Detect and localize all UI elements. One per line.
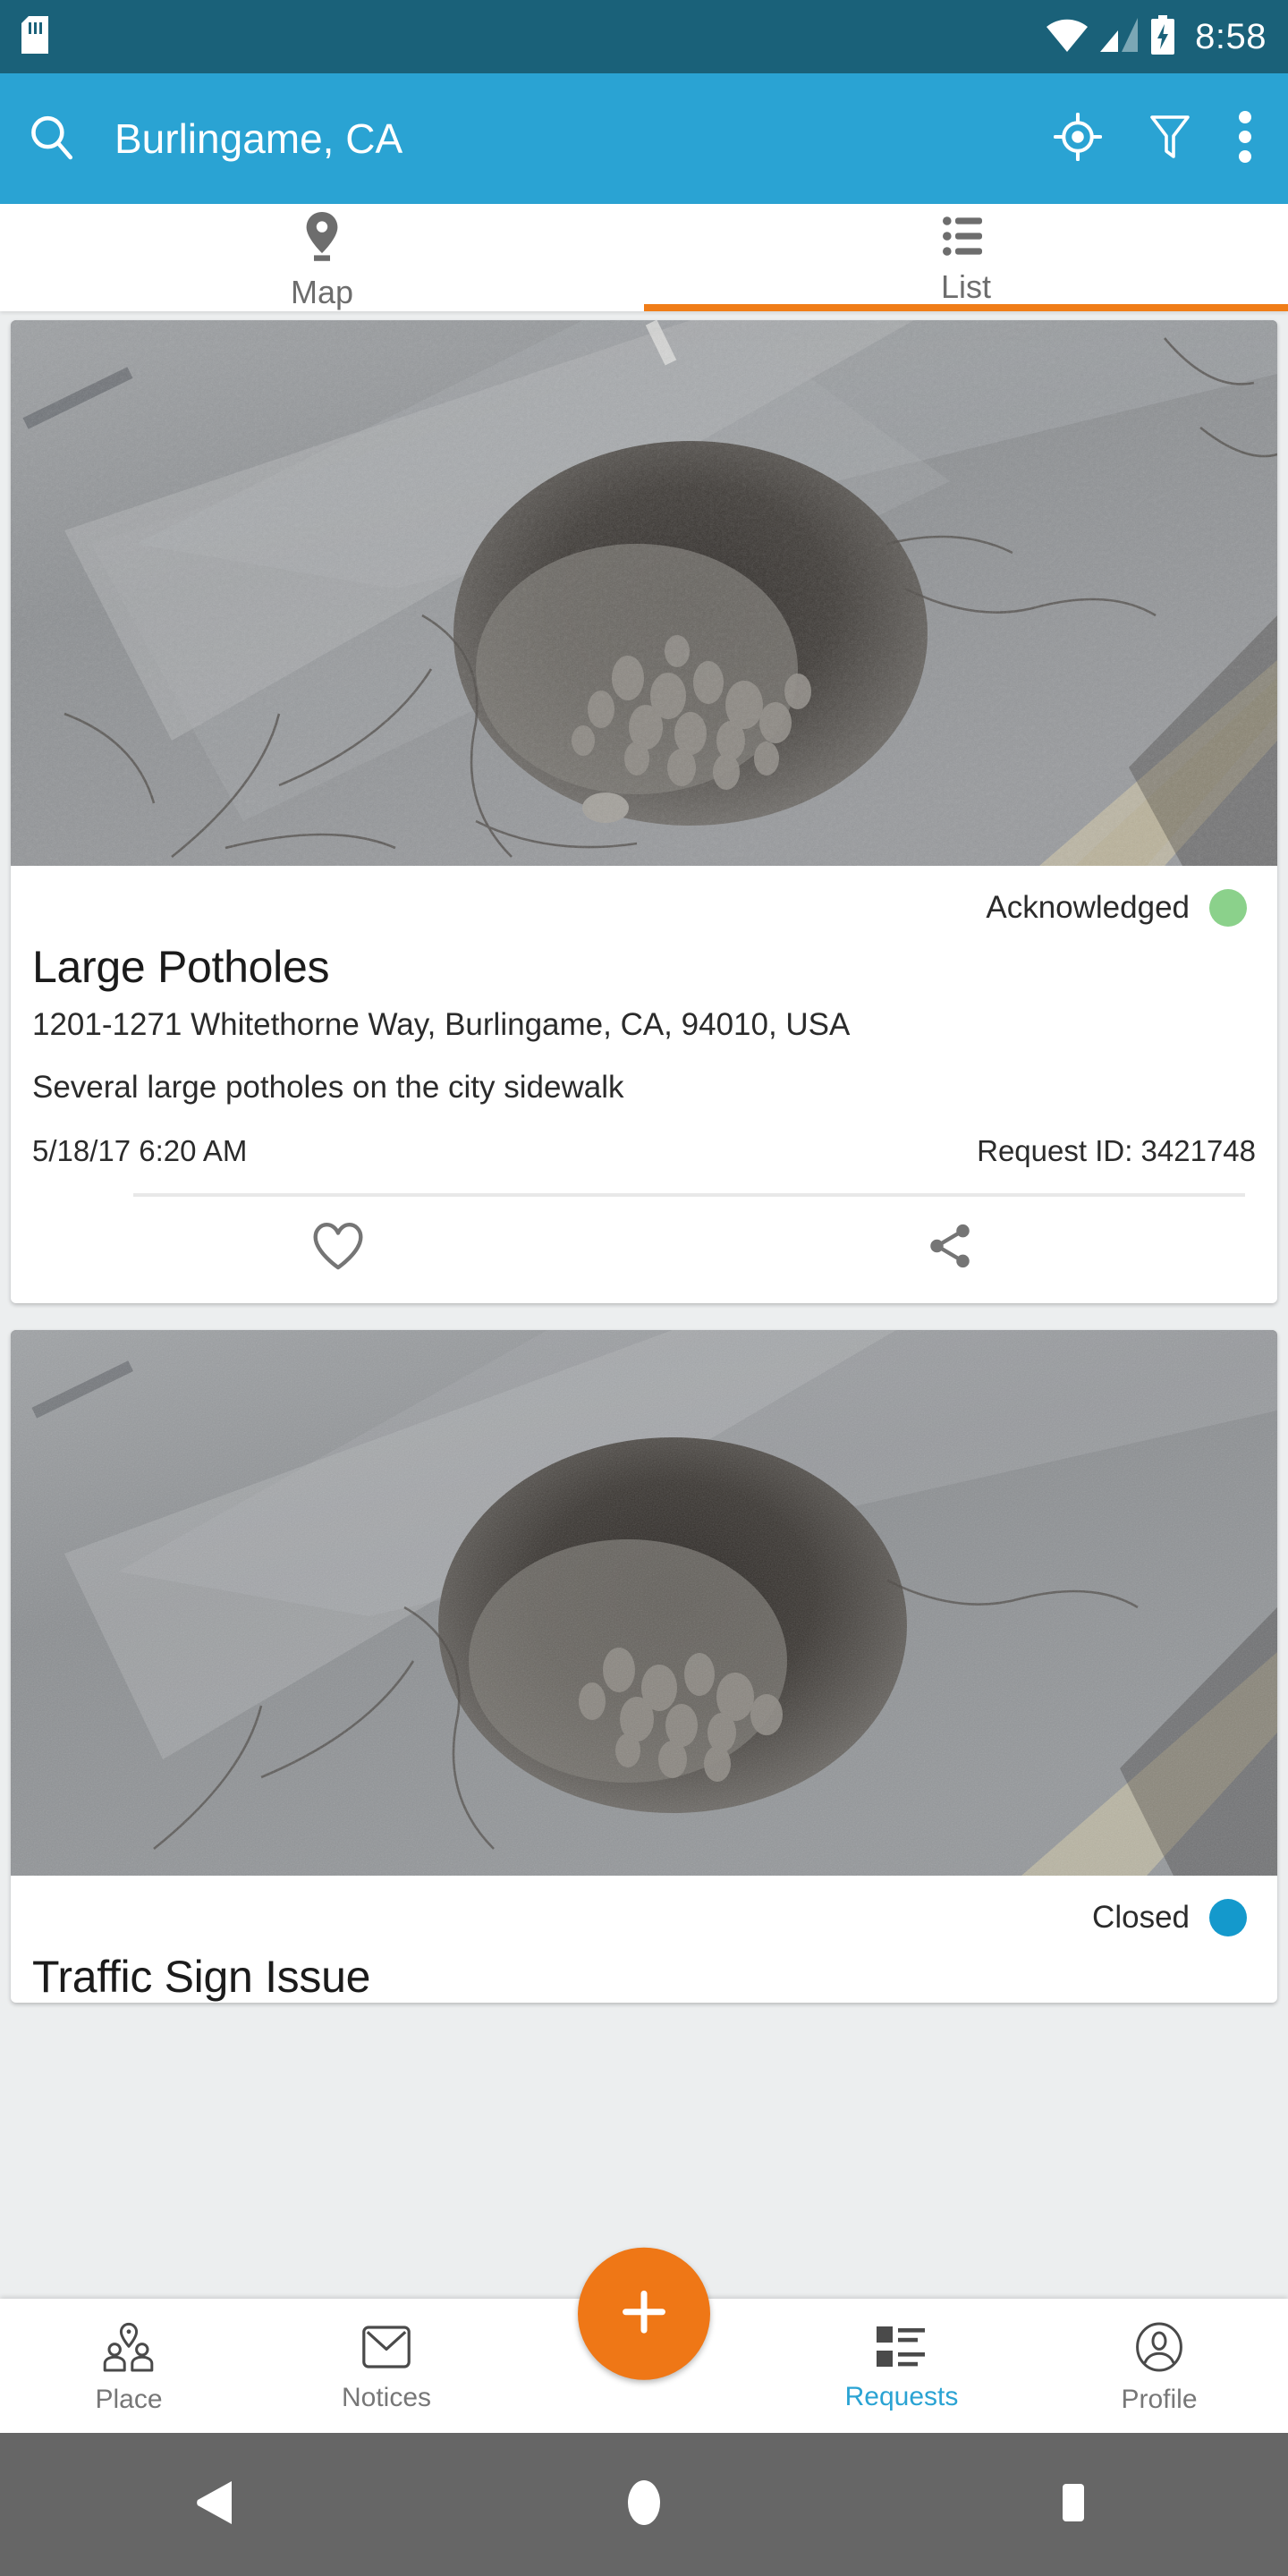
home-circle-icon <box>621 2479 667 2530</box>
request-description: Several large potholes on the city sidew… <box>32 1070 624 1105</box>
android-back-button[interactable] <box>0 2479 429 2530</box>
my-location-icon[interactable] <box>1053 112 1103 165</box>
nav-item-notices[interactable]: Notices <box>258 2299 515 2433</box>
request-photo[interactable] <box>11 320 1277 866</box>
share-button[interactable] <box>644 1220 1256 1276</box>
request-card[interactable]: Closed Traffic Sign Issue <box>11 1330 1277 2003</box>
nav-item-requests[interactable]: Requests <box>773 2299 1030 2433</box>
map-pin-icon <box>301 210 343 267</box>
request-meta: 5/18/17 6:20 AM Request ID: 3421748 <box>32 1106 1256 1168</box>
nav-item-fab-slot <box>515 2247 773 2433</box>
place-people-icon <box>101 2322 157 2377</box>
recents-square-icon <box>1054 2480 1093 2529</box>
nav-item-place-label: Place <box>95 2385 163 2414</box>
status-label: Closed <box>1092 1900 1190 1935</box>
request-photo[interactable] <box>11 1330 1277 1876</box>
app-bar: Burlingame, CA <box>0 73 1288 204</box>
request-card-body: Closed Traffic Sign Issue <box>11 1876 1277 2003</box>
tab-list[interactable]: List <box>644 204 1288 311</box>
status-bar-right: 8:58 <box>1046 14 1267 59</box>
bottom-navigation: Place Notices Requests Profile <box>0 2247 1288 2433</box>
status-label: Acknowledged <box>986 890 1190 925</box>
request-title: Traffic Sign Issue <box>32 1952 371 2002</box>
nav-item-profile[interactable]: Profile <box>1030 2299 1288 2433</box>
status-dot <box>1209 889 1247 927</box>
cell-signal-icon <box>1100 17 1139 56</box>
view-tabs: Map List <box>0 204 1288 311</box>
envelope-icon <box>361 2324 411 2375</box>
status-badge: Acknowledged <box>32 866 1256 932</box>
status-bar-clock: 8:58 <box>1195 16 1267 56</box>
card-action-row <box>32 1197 1256 1303</box>
location-title[interactable]: Burlingame, CA <box>114 114 1054 163</box>
tab-map-label: Map <box>290 273 354 310</box>
nav-item-requests-label: Requests <box>844 2382 959 2411</box>
status-badge: Closed <box>32 1876 1256 1942</box>
request-card-body: Acknowledged Large Potholes 1201-1271 Wh… <box>11 866 1277 1303</box>
add-request-fab[interactable] <box>578 2247 710 2380</box>
nav-item-notices-label: Notices <box>341 2383 432 2412</box>
person-circle-icon <box>1135 2322 1183 2377</box>
list-icon <box>943 216 989 261</box>
more-vertical-icon[interactable] <box>1238 110 1252 168</box>
request-timestamp: 5/18/17 6:20 AM <box>32 1134 248 1167</box>
share-icon <box>924 1220 976 1276</box>
battery-charging-icon <box>1150 14 1175 59</box>
request-title: Large Potholes <box>32 942 330 992</box>
plus-icon <box>613 2280 675 2347</box>
request-id: Request ID: 3421748 <box>977 1134 1256 1167</box>
status-bar: 8:58 <box>0 0 1288 73</box>
status-dot <box>1209 1899 1247 1936</box>
favorite-button[interactable] <box>32 1220 644 1276</box>
sdcard-icon <box>21 15 48 58</box>
nav-item-profile-label: Profile <box>1121 2385 1198 2414</box>
nav-item-place[interactable]: Place <box>0 2299 258 2433</box>
tab-map[interactable]: Map <box>0 204 644 311</box>
wifi-icon <box>1046 18 1089 56</box>
back-triangle-icon <box>194 2479 235 2530</box>
requests-list-icon <box>876 2325 928 2374</box>
search-icon[interactable] <box>25 111 77 167</box>
android-recents-button[interactable] <box>859 2480 1288 2529</box>
request-address: 1201-1271 Whitethorne Way, Burlingame, C… <box>32 1007 851 1042</box>
request-card[interactable]: Acknowledged Large Potholes 1201-1271 Wh… <box>11 320 1277 1303</box>
request-list[interactable]: Acknowledged Large Potholes 1201-1271 Wh… <box>0 311 1288 2366</box>
app-bar-actions <box>1053 110 1252 168</box>
android-home-button[interactable] <box>429 2479 859 2530</box>
heart-icon <box>310 1220 366 1276</box>
filter-icon[interactable] <box>1148 114 1191 165</box>
status-bar-left <box>21 15 48 58</box>
android-navigation-bar <box>0 2433 1288 2576</box>
tab-list-label: List <box>940 267 992 305</box>
